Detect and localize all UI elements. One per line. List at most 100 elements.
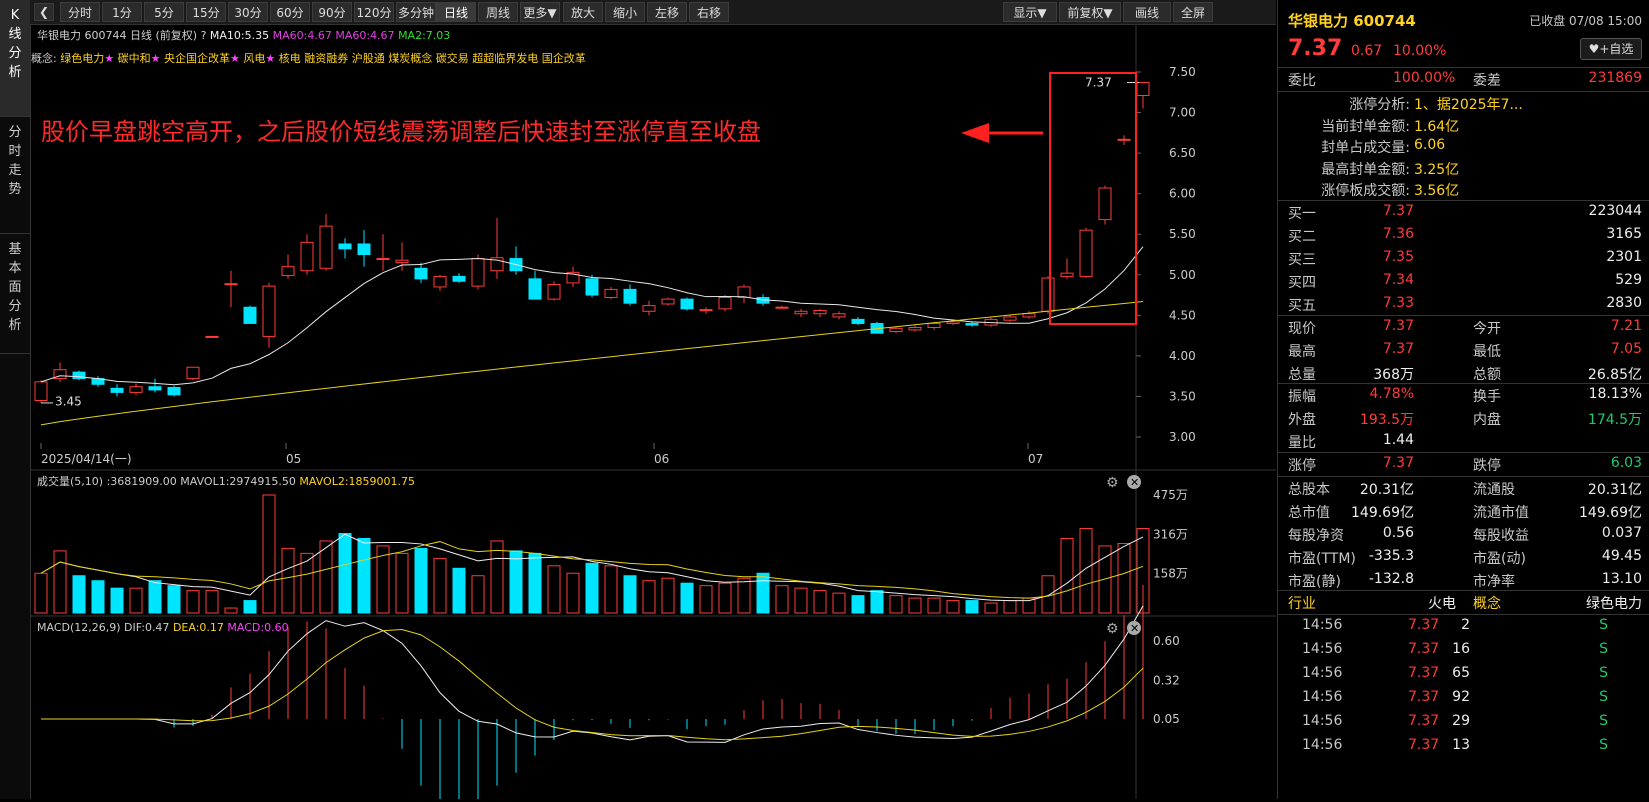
date-label-3: 07	[1028, 452, 1043, 466]
volume-bar	[471, 575, 485, 614]
volume-bar	[661, 577, 675, 614]
concept-4: 核电	[275, 51, 301, 65]
high-price-mark: 7.37	[1085, 76, 1112, 90]
candle-body	[186, 366, 200, 380]
trade-tick-row: 14:56 7.37 92 S	[1302, 689, 1608, 705]
volume-bar	[243, 600, 257, 614]
price-change-pct: 10.00%	[1393, 43, 1447, 59]
left-tab-bar: K线分析 分时走势 基本面分析	[0, 0, 31, 799]
trade-tick-row: 14:56 7.37 2 S	[1302, 617, 1608, 633]
period-button-2[interactable]: 5分	[144, 2, 184, 22]
chart-info-line: 华银电力 600744 日线 (前复权) ? MA10:5.35 MA60:4.…	[37, 28, 450, 42]
candle-body	[908, 327, 922, 331]
candle-body	[395, 259, 409, 264]
action-button-2[interactable]: 左移	[647, 2, 687, 22]
volume-bar	[699, 585, 713, 614]
kline-chart[interactable]: 华银电力 600744 日线 (前复权) ? MA10:5.35 MA60:4.…	[31, 25, 1276, 802]
bid-row: 买二 7.36 3165	[1288, 226, 1642, 245]
candle-body	[376, 258, 390, 261]
volume-bar	[737, 577, 751, 614]
candle-body	[243, 306, 257, 324]
tab-intraday[interactable]: 分时走势	[0, 117, 30, 234]
candle-body	[433, 275, 447, 288]
period-button-8[interactable]: 多分钟	[396, 2, 436, 22]
volume-bar	[984, 602, 998, 614]
candle-body	[927, 322, 941, 329]
candle-body	[262, 285, 276, 337]
macd-tick-2: 0.05	[1153, 712, 1180, 726]
period-button-3[interactable]: 15分	[186, 2, 226, 22]
add-watchlist-button[interactable]: ♥+自选	[1580, 38, 1642, 60]
trade-tick-row: 14:56 7.37 65 S	[1302, 665, 1608, 681]
toolbar-right-1[interactable]: 前复权▼	[1059, 2, 1121, 22]
price-tick-1: 7.00	[1169, 106, 1196, 120]
candle-body	[110, 387, 124, 393]
tab-fundamentals[interactable]: 基本面分析	[0, 234, 30, 354]
trade-tick-row: 14:56 7.37 13 S	[1302, 737, 1608, 753]
volume-bar	[1060, 537, 1074, 614]
candle-body	[623, 288, 637, 304]
period-button-7[interactable]: 120分	[354, 2, 394, 22]
period-button-10[interactable]: 周线	[478, 2, 518, 22]
price-tick-5: 5.00	[1169, 268, 1196, 282]
volume-bar	[1117, 542, 1131, 614]
candle-body	[34, 381, 48, 402]
price-tick-4: 5.50	[1169, 227, 1196, 241]
volume-tick-0: 475万	[1153, 488, 1188, 502]
toolbar-right-3[interactable]: 全屏	[1173, 2, 1213, 22]
concept-1: 碳中和	[114, 51, 151, 65]
toolbar-right-0[interactable]: 显示▼	[1003, 2, 1057, 22]
concept-6: 沪股通	[348, 51, 385, 65]
period-button-9[interactable]: 日线	[436, 2, 476, 22]
volume-bar	[224, 607, 238, 614]
period-button-6[interactable]: 90分	[312, 2, 352, 22]
candle-body	[1022, 313, 1036, 318]
volume-bar	[889, 595, 903, 614]
period-button-1[interactable]: 1分	[102, 2, 142, 22]
concept-5: 融资融券	[301, 51, 349, 65]
volume-bar	[832, 592, 846, 614]
volume-bar	[756, 572, 770, 614]
candle-body	[167, 387, 181, 396]
action-button-1[interactable]: 缩小	[605, 2, 645, 22]
price-tick-6: 4.50	[1169, 308, 1196, 322]
period-button-5[interactable]: 60分	[270, 2, 310, 22]
stats-row: 量比 1.44	[1288, 432, 1414, 451]
candle-body	[585, 278, 599, 296]
volume-bar	[604, 565, 618, 614]
tab-kline-analysis[interactable]: K线分析	[0, 0, 30, 117]
candle-body	[832, 313, 846, 318]
volume-bar	[338, 533, 352, 614]
quote-row: 现价 7.37 今开 7.21	[1288, 318, 1642, 337]
volume-bar	[395, 552, 409, 614]
quote-row: 总量 368万 总额 26.85亿	[1288, 367, 1642, 383]
fundamental-row: 总市值 149.69亿 流通市值 149.69亿	[1288, 505, 1642, 521]
volume-bar	[813, 590, 827, 614]
date-label-2: 06	[654, 452, 669, 466]
candle-body	[528, 278, 542, 300]
price-tick-0: 7.50	[1169, 65, 1196, 79]
price-change: 0.67	[1351, 43, 1383, 59]
toolbar-right-2[interactable]: 画线	[1123, 2, 1171, 22]
candle-body	[1098, 187, 1112, 221]
period-button-0[interactable]: 分时	[60, 2, 100, 22]
back-icon[interactable]: ❮	[34, 3, 54, 21]
action-button-0[interactable]: 放大	[563, 2, 603, 22]
action-button-3[interactable]: 右移	[689, 2, 729, 22]
volume-bar	[718, 582, 732, 614]
volume-bar	[357, 537, 371, 614]
last-price: 7.37	[1288, 36, 1343, 61]
stats-row: 振幅 4.78% 换手 18.13%	[1288, 386, 1642, 405]
period-button-4[interactable]: 30分	[228, 2, 268, 22]
volume-bar	[452, 567, 466, 614]
volume-tick-1: 316万	[1153, 527, 1188, 541]
volume-bar	[262, 494, 276, 614]
industry-row: 行业 火电 概念 绿色电力	[1288, 596, 1642, 612]
fundamental-row: 市盈(静) -132.8 市净率 13.10	[1288, 571, 1642, 590]
annotation-text: 股价早盘跳空高开，之后股价短线震荡调整后快速封至涨停直至收盘	[41, 118, 761, 146]
volume-bar	[414, 547, 428, 614]
volume-bar	[319, 540, 333, 614]
concept-0: 绿色电力	[57, 51, 105, 65]
period-button-11[interactable]: 更多▼	[520, 2, 560, 22]
candle-body	[129, 386, 143, 393]
